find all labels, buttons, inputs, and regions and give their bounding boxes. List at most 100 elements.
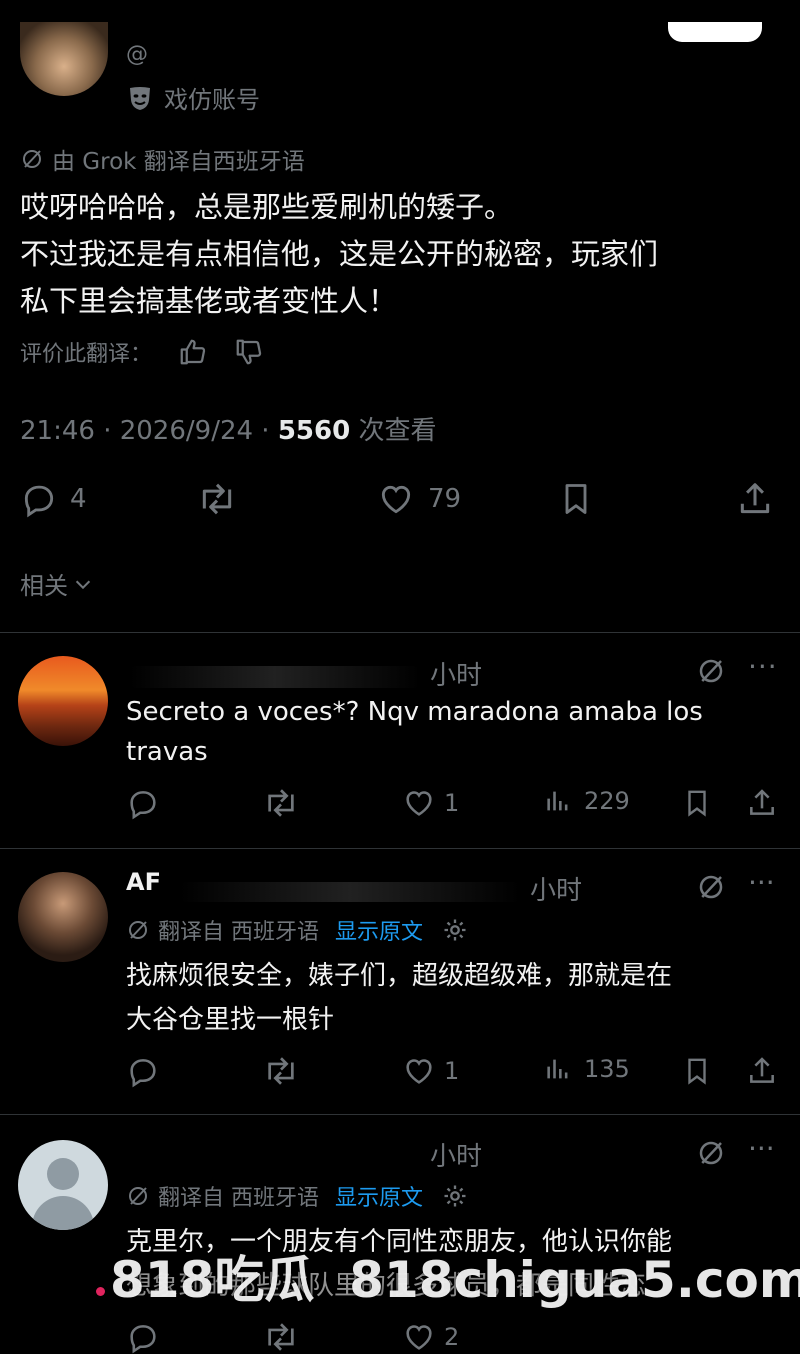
translate-slash-icon — [129, 921, 147, 939]
reply-icon — [130, 1059, 156, 1088]
share-icon — [750, 789, 774, 815]
more-options-icon[interactable]: ··· — [748, 1132, 775, 1165]
related-label: 相关 — [20, 572, 68, 600]
reply-username-obscured[interactable] — [180, 882, 520, 902]
reply-avatar[interactable] — [18, 872, 108, 962]
reply-username[interactable]: AF — [126, 868, 161, 896]
reply-translation-row: 翻译自 西班牙语 显示原文 — [126, 914, 469, 946]
default-avatar[interactable] — [18, 1140, 108, 1230]
gear-icon — [444, 1185, 466, 1207]
thumbs-down-icon[interactable] — [234, 337, 264, 367]
like-count: 79 — [428, 484, 462, 514]
view-count: 5560 — [277, 416, 351, 446]
reply-text-line1: Secreto a voces*? Nqv maradona amaba los — [126, 697, 703, 727]
translated-from-label: 翻译自 西班牙语 — [158, 920, 319, 945]
show-original-link[interactable]: 显示原文 — [335, 1180, 423, 1212]
reply-like-count: 1 — [444, 789, 460, 817]
grok-icon[interactable] — [696, 1138, 726, 1168]
thumbs-up-icon[interactable] — [178, 337, 208, 367]
reply-like-button[interactable]: 1 — [402, 1054, 459, 1088]
repost-icon — [268, 1057, 294, 1085]
reply-bookmark-button[interactable] — [682, 786, 712, 820]
main-post-text-line3: 私下里会搞基佬或者变性人！ — [20, 284, 398, 318]
share-button[interactable] — [736, 480, 774, 518]
heart-icon — [381, 485, 411, 514]
translated-from-label: 翻译自 西班牙语 — [158, 1186, 319, 1211]
reply-icon — [130, 791, 156, 820]
reply-like-count: 2 — [444, 1323, 460, 1351]
parody-account-label: 戏仿账号 — [164, 86, 260, 114]
reply-button[interactable]: 4 — [20, 480, 87, 518]
repost-button[interactable] — [196, 480, 238, 518]
reply-views-button[interactable]: 229 — [544, 786, 630, 816]
share-icon — [750, 1057, 774, 1083]
reply-text: 找麻烦很安全，婊子们，超级超级难，那就是在 大谷仓里找一根针 — [126, 954, 672, 1042]
main-post-avatar[interactable] — [20, 22, 108, 96]
parody-account-row: 戏仿账号 — [126, 80, 260, 115]
reply-like-count: 1 — [444, 1057, 460, 1085]
repost-icon — [268, 789, 294, 817]
reply-reply-button[interactable] — [126, 786, 160, 820]
divider — [0, 632, 800, 633]
divider — [0, 1114, 800, 1115]
like-button[interactable]: 79 — [376, 480, 461, 518]
heart-icon — [406, 1059, 432, 1084]
grok-icon[interactable] — [696, 656, 726, 686]
reply-translation-row: 翻译自 西班牙语 显示原文 — [126, 1180, 469, 1212]
reply-time[interactable]: 小时 — [430, 655, 482, 692]
analytics-icon — [547, 791, 568, 811]
reply-share-button[interactable] — [746, 1054, 778, 1088]
post-timestamp[interactable]: 21:46 · 2026/9/24 · — [20, 416, 278, 446]
rate-translation-label: 评价此翻译： — [20, 342, 153, 367]
bookmark-icon — [565, 484, 587, 514]
chevron-down-icon — [75, 580, 91, 589]
reply-like-button[interactable]: 1 — [402, 786, 459, 820]
share-icon — [740, 483, 770, 514]
reply-repost-button[interactable] — [262, 786, 300, 820]
reply-time[interactable]: 小时 — [430, 1136, 482, 1173]
reply-view-count: 135 — [584, 1055, 630, 1083]
bookmark-button[interactable] — [558, 480, 594, 518]
reply-text-line1: 找麻烦很安全，婊子们，超级超级难，那就是在 — [126, 961, 673, 991]
main-post-handle[interactable]: @ — [126, 42, 148, 67]
reply-avatar[interactable] — [18, 656, 108, 746]
bookmark-icon — [688, 790, 706, 817]
translation-source-row: 由 Grok 翻译自西班牙语 — [20, 142, 305, 176]
reply-repost-button[interactable] — [262, 1054, 300, 1088]
post-meta-row: 21:46 · 2026/9/24 · 5560 次查看 — [20, 410, 436, 447]
translate-slash-icon — [129, 1187, 147, 1205]
reply-time[interactable]: 小时 — [530, 870, 582, 907]
heart-icon — [406, 791, 432, 816]
theater-mask-icon — [126, 84, 154, 112]
more-options-icon[interactable]: ··· — [748, 866, 775, 899]
bookmark-icon — [688, 1058, 706, 1085]
gear-icon — [444, 919, 466, 941]
analytics-icon — [547, 1059, 568, 1079]
rate-translation-row: 评价此翻译： — [20, 336, 264, 368]
related-toggle[interactable]: 相关 — [20, 566, 94, 601]
translated-by-label: 由 Grok 翻译自西班牙语 — [52, 149, 305, 175]
main-post-text-line2: 不过我还是有点相信他，这是公开的秘密，玩家们 — [20, 237, 659, 271]
show-original-link[interactable]: 显示原文 — [335, 914, 423, 946]
more-options-icon[interactable]: ··· — [748, 650, 778, 683]
repost-icon — [202, 483, 232, 515]
main-post-text-line1: 哎呀哈哈哈，总是那些爱刷机的矮子。 — [20, 190, 514, 224]
reply-bookmark-button[interactable] — [682, 1054, 712, 1088]
reply-username-obscured[interactable] — [130, 666, 420, 688]
reply-reply-button[interactable] — [126, 1054, 160, 1088]
reply-view-count: 229 — [584, 787, 630, 815]
reply-text-line2: 大谷仓里找一根针 — [126, 1005, 335, 1035]
reply-text-line2: travas — [126, 737, 208, 767]
reply-share-button[interactable] — [746, 786, 778, 820]
grok-icon[interactable] — [696, 872, 726, 902]
view-count-label: 次查看 — [350, 416, 437, 446]
main-post-text: 哎呀哈哈哈，总是那些爱刷机的矮子。 不过我还是有点相信他，这是公开的秘密，玩家们… — [20, 184, 790, 325]
reply-views-button[interactable]: 135 — [544, 1054, 630, 1084]
reply-count: 4 — [70, 484, 87, 514]
divider — [0, 848, 800, 849]
translate-slash-icon — [20, 147, 44, 171]
watermark-dot — [96, 1287, 105, 1296]
top-partial-button[interactable] — [668, 22, 762, 42]
reply-text: Secreto a voces*? Nqv maradona amaba los… — [126, 692, 703, 772]
watermark-text: 818吃瓜 818chigua5.com — [110, 1251, 800, 1309]
